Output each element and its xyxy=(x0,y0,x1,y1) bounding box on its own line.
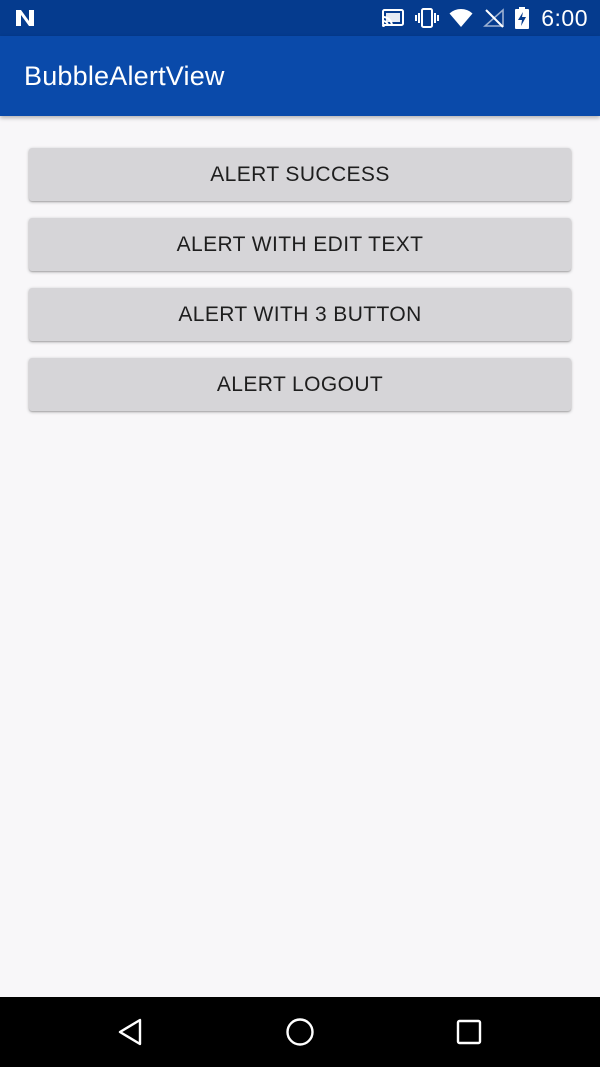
status-time: 6:00 xyxy=(541,4,588,31)
alert-success-button[interactable]: ALERT SUCCESS xyxy=(29,148,571,201)
main-content: ALERT SUCCESS ALERT WITH EDIT TEXT ALERT… xyxy=(0,116,600,997)
alert-logout-button[interactable]: ALERT LOGOUT xyxy=(29,358,571,411)
recents-icon[interactable] xyxy=(445,1008,493,1056)
status-bar: 6:00 xyxy=(0,0,600,36)
status-icons: 6:00 xyxy=(381,0,588,36)
notification-n-icon xyxy=(14,8,36,28)
cast-icon xyxy=(381,8,405,28)
navigation-bar xyxy=(0,997,600,1067)
battery-charging-icon xyxy=(515,7,530,29)
alert-with-edit-text-button[interactable]: ALERT WITH EDIT TEXT xyxy=(29,218,571,271)
back-icon[interactable] xyxy=(107,1008,155,1056)
signal-icon xyxy=(483,8,505,28)
app-bar: BubbleAlertView xyxy=(0,36,600,116)
wifi-icon xyxy=(449,8,473,28)
app-title: BubbleAlertView xyxy=(24,61,225,91)
home-icon[interactable] xyxy=(276,1008,324,1056)
vibrate-icon xyxy=(415,7,440,29)
alert-with-3-button-button[interactable]: ALERT WITH 3 BUTTON xyxy=(29,288,571,341)
